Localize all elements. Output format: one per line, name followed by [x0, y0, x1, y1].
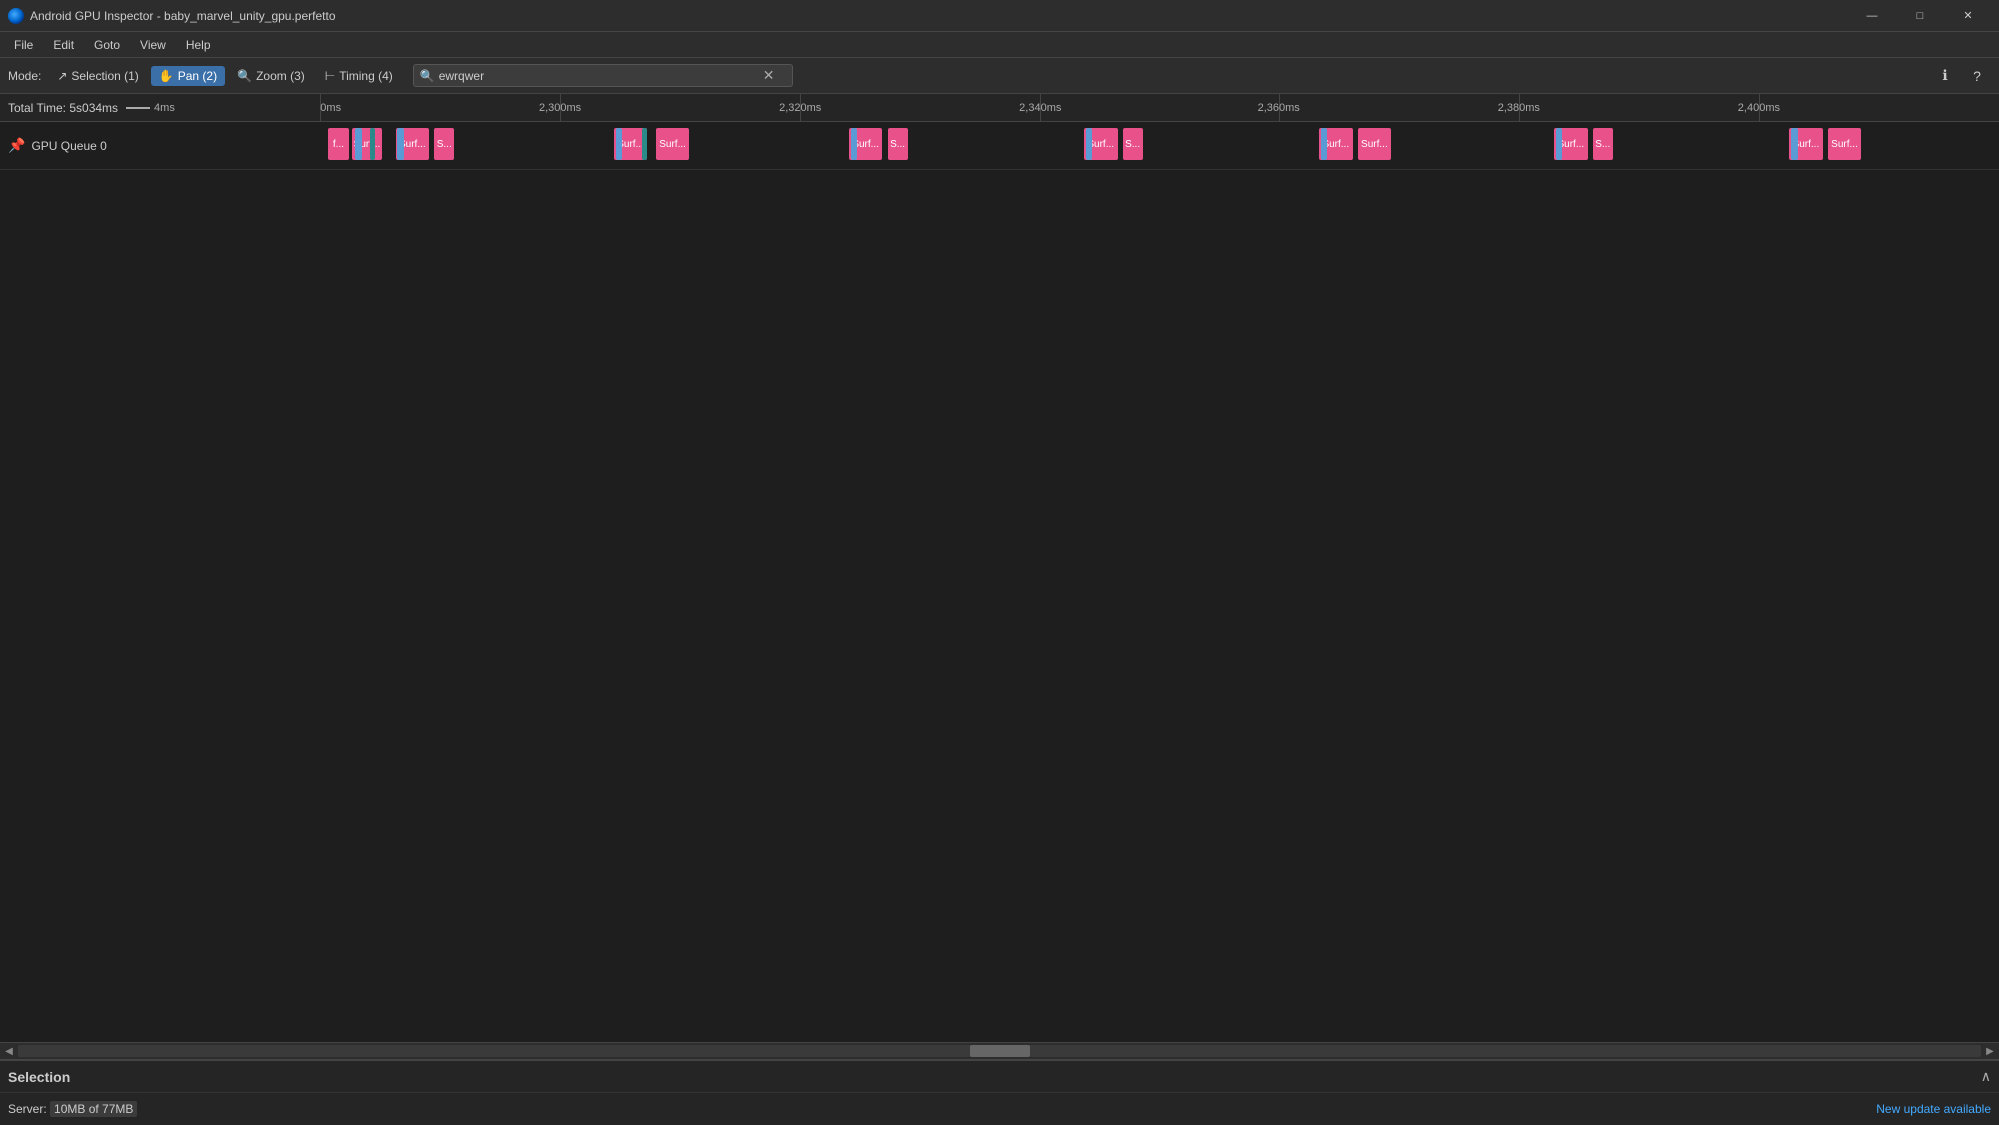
server-value: 10MB of 77MB [50, 1101, 137, 1117]
timeline-ticks: 2,280ms 2,300ms 2,320ms 2,340ms 2,360ms 2,380… [320, 94, 1999, 121]
track-block[interactable] [1321, 128, 1328, 160]
timing-icon: ⊢ [325, 69, 335, 83]
gpu-queue-tracks[interactable]: f...Surf...Surf...S...Surf...Surf...Surf… [320, 122, 1999, 169]
track-block[interactable] [397, 128, 404, 160]
menu-goto[interactable]: Goto [84, 35, 130, 55]
track-block[interactable] [642, 128, 647, 160]
bottom-panel-header: Selection ∧ [0, 1061, 1999, 1093]
scroll-right-button[interactable]: ▶ [1981, 1045, 1999, 1057]
track-block[interactable]: Surf... [1358, 128, 1392, 160]
track-block[interactable] [1556, 128, 1563, 160]
gpu-queue-row: 📌 GPU Queue 0 f... Surf... Surf... S... Surf… [0, 122, 1999, 170]
menu-view[interactable]: View [130, 35, 176, 55]
scroll-left-button[interactable]: ◀ [0, 1045, 18, 1057]
scale-indicator: 4ms [126, 102, 175, 114]
gpu-queue-label: 📌 GPU Queue 0 [0, 137, 320, 154]
mode-zoom-button[interactable]: 🔍 Zoom (3) [229, 66, 313, 86]
track-block[interactable] [616, 128, 623, 160]
help-button[interactable]: ? [1963, 62, 1991, 90]
track-block[interactable]: S... [888, 128, 908, 160]
scrollbar-area: ◀ ▶ [0, 1042, 1999, 1060]
close-button[interactable]: ✕ [1945, 0, 1991, 32]
tick-label: 2,340ms [1019, 102, 1061, 114]
track-block[interactable] [1086, 128, 1093, 160]
tick-label: 2,300ms [539, 102, 581, 114]
track-block[interactable] [370, 128, 375, 160]
track-block[interactable]: f... [328, 128, 348, 160]
tick-label: 2,400ms [1738, 102, 1780, 114]
server-info: Server: 10MB of 77MB [8, 1102, 137, 1116]
track-block[interactable] [851, 128, 858, 160]
search-clear-button[interactable]: ✕ [763, 67, 775, 84]
maximize-button[interactable]: □ [1897, 0, 1943, 32]
help-icon: ? [1973, 68, 1981, 84]
track-block[interactable] [1791, 128, 1798, 160]
track-block[interactable]: Surf... [656, 128, 690, 160]
track-block[interactable]: Surf... [1828, 128, 1862, 160]
mode-timing-button[interactable]: ⊢ Timing (4) [317, 66, 401, 86]
window-controls: — □ ✕ [1849, 0, 1991, 32]
menu-edit[interactable]: Edit [43, 35, 84, 55]
total-time-area: Total Time: 5s034ms 4ms [0, 101, 320, 115]
track-block[interactable]: S... [1123, 128, 1143, 160]
track-block[interactable] [355, 128, 362, 160]
info-button[interactable]: ℹ [1931, 62, 1959, 90]
minimize-button[interactable]: — [1849, 0, 1895, 32]
timeline-header: Total Time: 5s034ms 4ms 2,280ms2,300ms2,… [0, 94, 1999, 122]
selection-icon: ↗ [57, 69, 67, 83]
app-icon [8, 8, 24, 24]
update-link[interactable]: New update available [1876, 1102, 1991, 1116]
pan-icon: ✋ [159, 69, 174, 83]
search-icon: 🔍 [420, 69, 435, 83]
mode-label: Mode: [8, 69, 41, 83]
bottom-panel-content: Server: 10MB of 77MB New update availabl… [0, 1093, 1999, 1125]
menu-bar: File Edit Goto View Help [0, 32, 1999, 58]
scale-bar-line [126, 107, 150, 109]
search-input[interactable] [439, 69, 759, 83]
info-icon: ℹ [1942, 67, 1947, 84]
selection-title: Selection [8, 1069, 70, 1085]
title-bar: Android GPU Inspector - baby_marvel_unit… [0, 0, 1999, 32]
bottom-panel: Selection ∧ Server: 10MB of 77MB New upd… [0, 1060, 1999, 1125]
tick-label: 2,320ms [779, 102, 821, 114]
total-time-label: Total Time: 5s034ms [8, 101, 118, 115]
tick-label: 2,380ms [1498, 102, 1540, 114]
track-block[interactable]: S... [1593, 128, 1613, 160]
scrollbar-thumb[interactable] [970, 1045, 1030, 1057]
scrollbar-track[interactable] [18, 1045, 1981, 1057]
mode-pan-button[interactable]: ✋ Pan (2) [151, 66, 225, 86]
toolbar: Mode: ↗ Selection (1) ✋ Pan (2) 🔍 Zoom (… [0, 58, 1999, 94]
window-title: Android GPU Inspector - baby_marvel_unit… [30, 9, 1849, 23]
pin-icon: 📌 [8, 137, 25, 154]
tick-label: 2,360ms [1258, 102, 1300, 114]
tick-label: 2,280ms [320, 102, 341, 114]
collapse-button[interactable]: ∧ [1981, 1068, 1991, 1085]
search-wrapper: 🔍 ✕ [413, 64, 793, 87]
empty-area [0, 170, 1999, 1042]
main-content: 📌 GPU Queue 0 f... Surf... Surf... S... Surf… [0, 122, 1999, 1042]
zoom-icon: 🔍 [237, 69, 252, 83]
track-block[interactable]: S... [434, 128, 454, 160]
menu-file[interactable]: File [4, 35, 43, 55]
server-label: Server: [8, 1102, 47, 1116]
menu-help[interactable]: Help [176, 35, 221, 55]
mode-selection-button[interactable]: ↗ Selection (1) [49, 66, 146, 86]
